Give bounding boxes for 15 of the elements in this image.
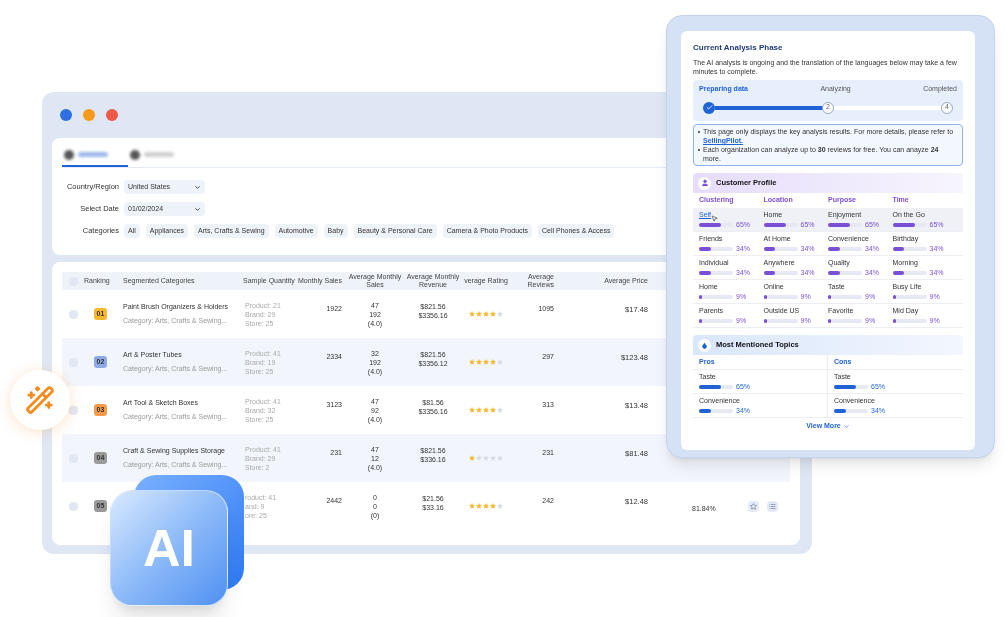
caret-icon <box>194 183 201 191</box>
caret-icon <box>842 422 850 430</box>
checkbox[interactable] <box>69 501 78 511</box>
person-icon <box>698 176 711 190</box>
panel-title: Current Analysis Phase <box>693 42 784 54</box>
cursor-icon <box>711 214 719 222</box>
star-icon[interactable] <box>748 500 759 512</box>
ai-tile: AI <box>110 490 228 606</box>
checkbox[interactable] <box>69 405 78 415</box>
drop-icon <box>698 338 711 352</box>
wand-icon <box>25 385 55 415</box>
checkbox[interactable] <box>69 309 78 319</box>
check-icon <box>703 101 715 114</box>
caret-icon <box>194 205 201 213</box>
list-icon[interactable] <box>767 500 778 512</box>
